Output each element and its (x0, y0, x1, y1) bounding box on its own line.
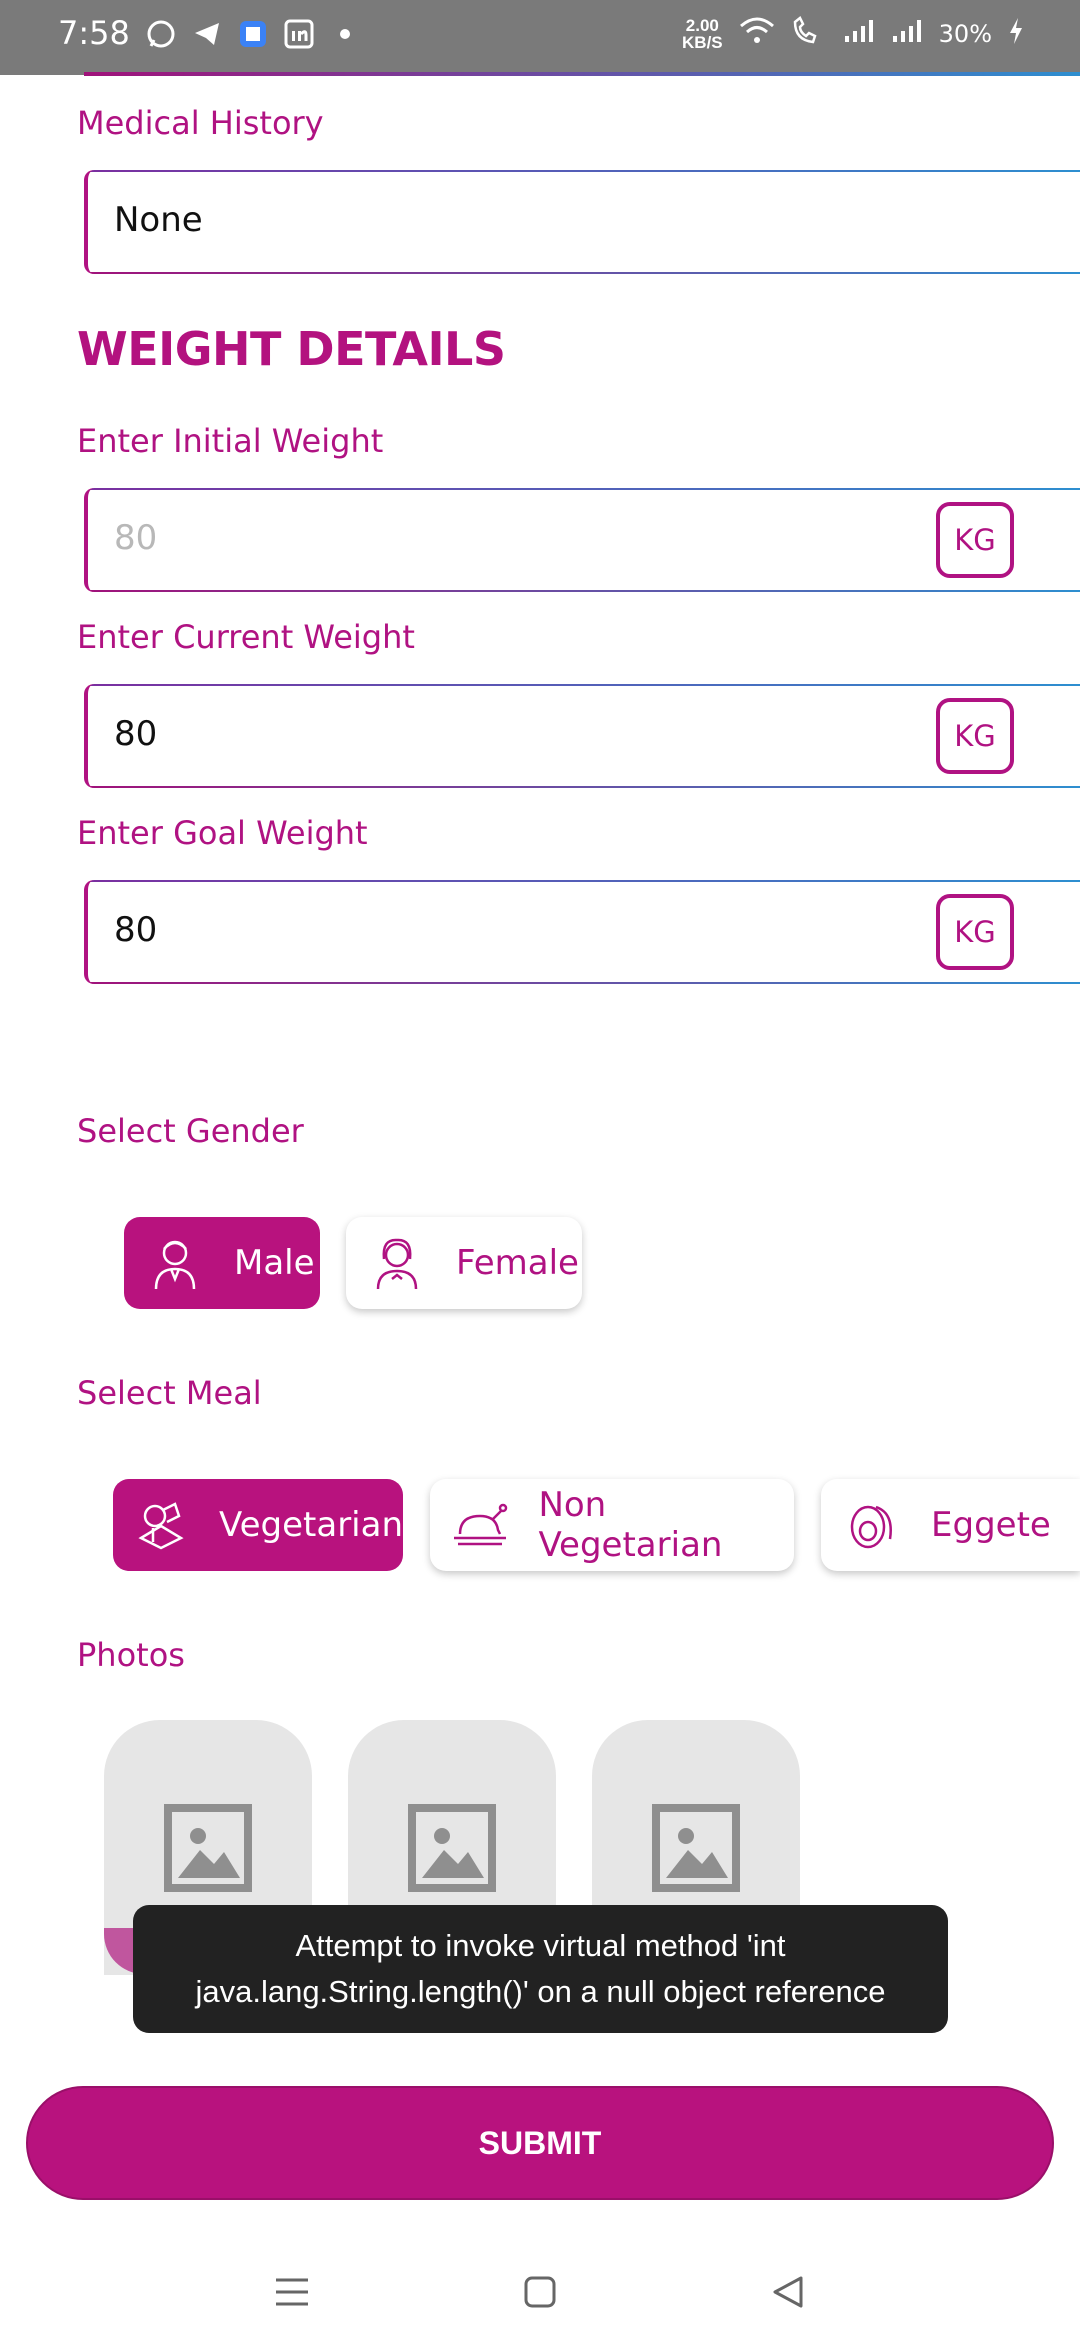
meal-option-label: Vegetarian (219, 1505, 404, 1545)
network-speed: 2.00 KB/S (682, 17, 723, 51)
initial-weight-label: Enter Initial Weight (77, 422, 384, 460)
medical-history-value[interactable]: None (114, 200, 203, 240)
medical-history-label: Medical History (77, 104, 324, 142)
medical-history-field[interactable]: None (84, 170, 1080, 274)
goal-weight-unit-badge: KG (936, 894, 1014, 970)
network-speed-value: 2.00 (685, 16, 719, 35)
system-navigation-bar (0, 2240, 1080, 2340)
meal-option-vegetarian[interactable]: Vegetarian (113, 1479, 403, 1571)
app-icon (237, 18, 269, 50)
signal-icon (891, 18, 923, 50)
meal-option-non-vegetarian[interactable]: Non Vegetarian (430, 1479, 794, 1571)
goal-weight-field[interactable]: 80 KG (84, 880, 1080, 984)
female-avatar-icon (368, 1234, 426, 1292)
initial-weight-placeholder[interactable]: 80 (114, 518, 157, 558)
home-button[interactable] (510, 2262, 570, 2322)
linkedin-icon (283, 18, 315, 50)
goal-weight-label: Enter Goal Weight (77, 814, 368, 852)
status-time: 7:58 (58, 14, 130, 52)
previous-field-edge (84, 72, 1080, 76)
back-button[interactable] (758, 2262, 818, 2322)
weight-details-title: WEIGHT DETAILS (77, 322, 506, 376)
vegetables-icon (135, 1496, 189, 1554)
gender-option-female[interactable]: Female (346, 1217, 582, 1309)
initial-weight-unit-badge: KG (936, 502, 1014, 578)
dot-icon (329, 18, 361, 50)
initial-weight-field[interactable]: 80 KG (84, 488, 1080, 592)
wifi-icon (739, 16, 775, 52)
current-weight-label: Enter Current Weight (77, 618, 415, 656)
submit-button[interactable]: SUBMIT (26, 2086, 1054, 2200)
goal-weight-value[interactable]: 80 (114, 910, 157, 950)
select-gender-label: Select Gender (77, 1112, 304, 1150)
egg-icon (843, 1496, 901, 1554)
current-weight-unit-badge: KG (936, 698, 1014, 774)
meal-option-label: Non Vegetarian (538, 1485, 723, 1565)
photos-label: Photos (77, 1636, 185, 1674)
gender-option-label: Male (234, 1243, 315, 1283)
select-meal-label: Select Meal (77, 1374, 262, 1412)
signal-icon (843, 18, 875, 50)
recent-apps-button[interactable] (262, 2262, 322, 2322)
current-weight-value[interactable]: 80 (114, 714, 157, 754)
telegram-icon (191, 18, 223, 50)
system-icons: 2.00 KB/S 30% (682, 16, 1024, 52)
gender-option-male[interactable]: Male (124, 1217, 320, 1309)
error-toast: Attempt to invoke virtual method 'int ja… (133, 1905, 948, 2033)
roast-chicken-icon (452, 1496, 508, 1554)
status-bar: 7:58 2.00 KB/S 30% (0, 0, 1080, 75)
current-weight-field[interactable]: 80 KG (84, 684, 1080, 788)
network-speed-unit: KB/S (682, 33, 723, 52)
notification-icons (145, 18, 361, 50)
volte-call-icon (791, 16, 827, 52)
male-avatar-icon (146, 1234, 204, 1292)
charging-icon (1008, 17, 1024, 51)
gender-option-label: Female (456, 1243, 579, 1283)
meal-option-label: Eggete (931, 1505, 1051, 1545)
battery-level: 30% (938, 20, 992, 48)
meal-option-eggetarian[interactable]: Eggete (821, 1479, 1080, 1571)
whatsapp-icon (145, 18, 177, 50)
